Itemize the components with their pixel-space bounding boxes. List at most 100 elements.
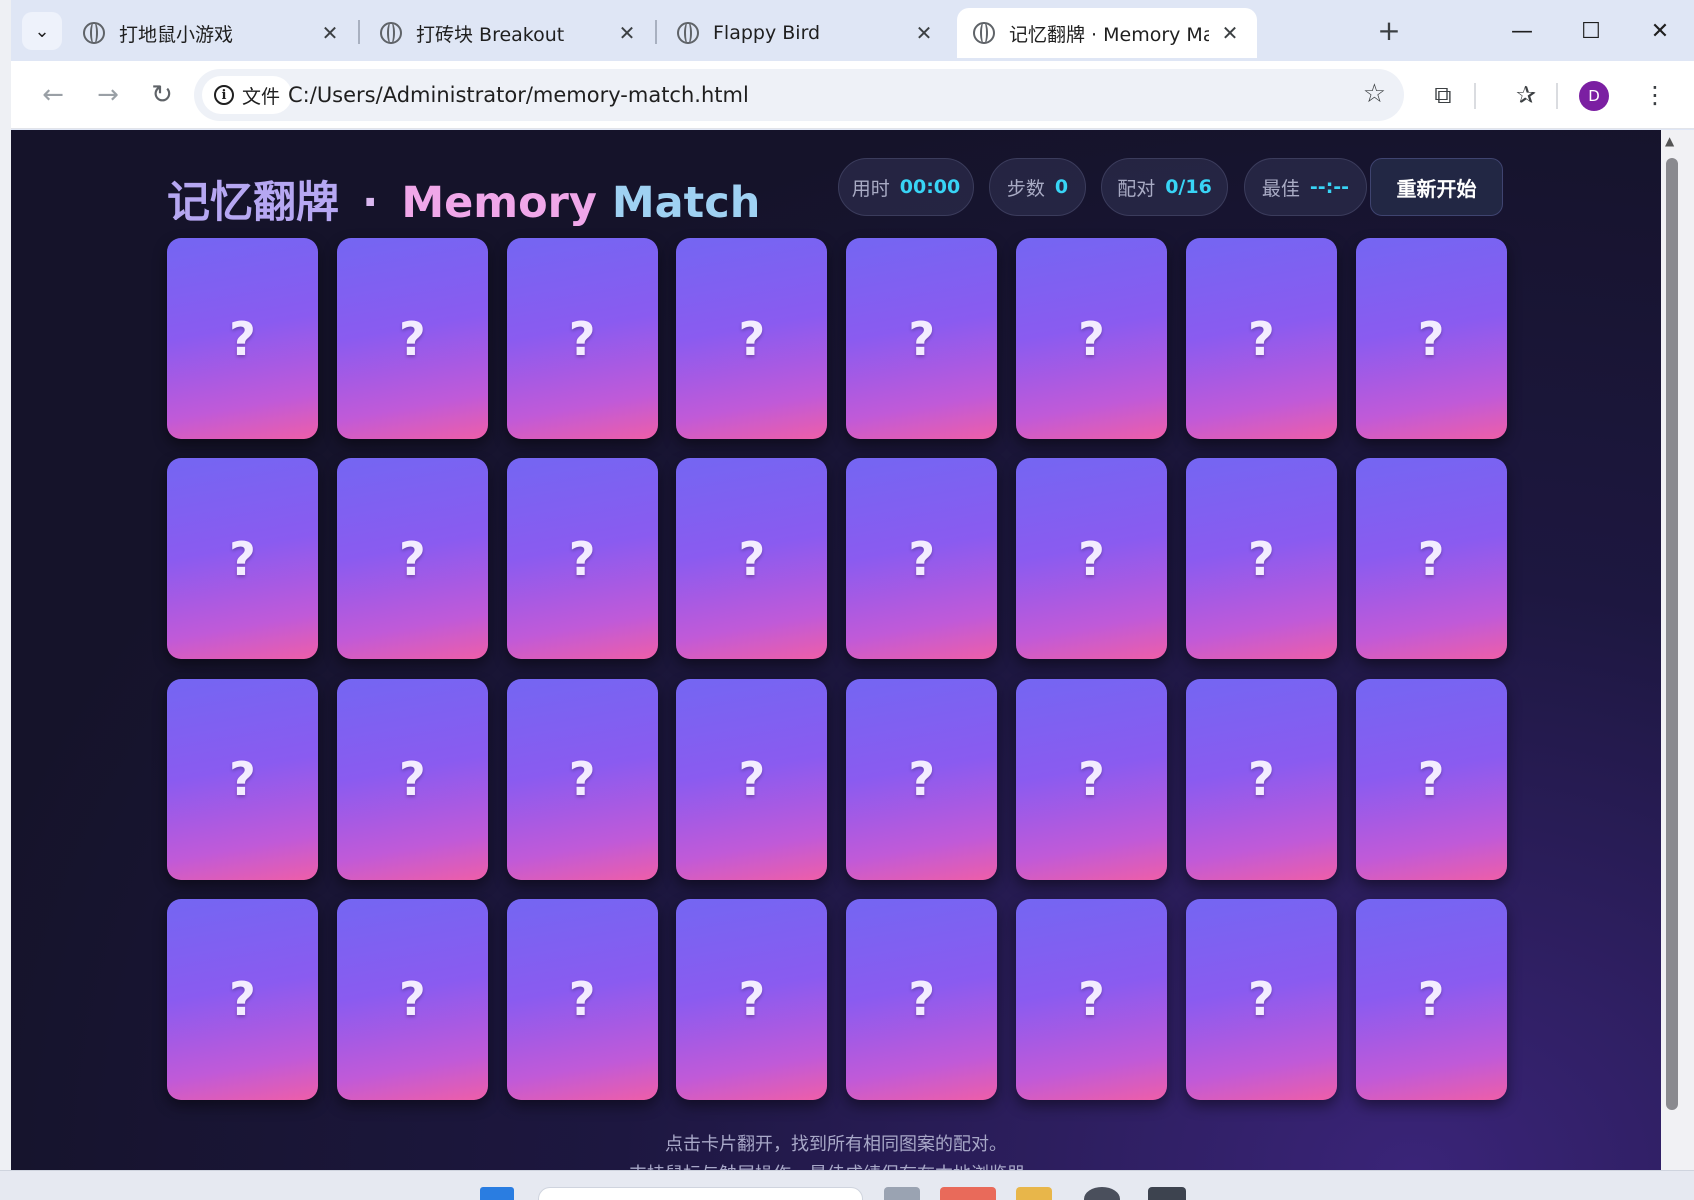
menu-button[interactable]: ⋮ bbox=[1637, 77, 1673, 113]
extensions-button[interactable]: ⧉ bbox=[1425, 77, 1461, 113]
memory-card[interactable]: ? bbox=[506, 898, 658, 1100]
memory-card[interactable]: ? bbox=[676, 898, 828, 1100]
terminal-icon[interactable] bbox=[1148, 1187, 1186, 1200]
card-back-symbol: ? bbox=[229, 752, 256, 807]
stat-label: 配对 bbox=[1117, 177, 1156, 200]
site-info-label: 文件 bbox=[242, 85, 281, 108]
globe-icon bbox=[973, 22, 995, 44]
card-back-symbol: ? bbox=[738, 531, 766, 586]
memory-card[interactable]: ? bbox=[336, 898, 488, 1100]
folder-icon[interactable] bbox=[1016, 1187, 1052, 1200]
forward-button[interactable]: → bbox=[88, 75, 128, 115]
memory-card[interactable]: ? bbox=[167, 898, 318, 1100]
minimize-button[interactable]: — bbox=[1491, 8, 1553, 54]
memory-card[interactable]: ? bbox=[1355, 238, 1507, 439]
chevron-down-icon: ⌄ bbox=[34, 20, 50, 42]
memory-card[interactable]: ? bbox=[336, 678, 488, 880]
bookmark-star-icon[interactable]: ☆ bbox=[1363, 79, 1386, 109]
memory-card[interactable]: ? bbox=[336, 238, 488, 439]
card-back-symbol: ? bbox=[398, 752, 426, 807]
tab-memory-match[interactable]: 记忆翻牌 · Memory Match ✕ bbox=[957, 8, 1257, 58]
memory-card[interactable]: ? bbox=[1185, 898, 1337, 1100]
stat-label: 用时 bbox=[851, 177, 890, 200]
memory-card[interactable]: ? bbox=[1185, 458, 1337, 660]
memory-card[interactable]: ? bbox=[1185, 238, 1337, 439]
memory-card[interactable]: ? bbox=[676, 678, 828, 880]
tab-search-button[interactable]: ⌄ bbox=[22, 12, 62, 50]
task-view-icon[interactable] bbox=[884, 1187, 920, 1200]
card-back-symbol: ? bbox=[398, 531, 426, 586]
memory-card[interactable]: ? bbox=[1355, 458, 1507, 660]
memory-card[interactable]: ? bbox=[846, 458, 998, 660]
card-back-symbol: ? bbox=[908, 752, 936, 807]
close-icon[interactable]: ✕ bbox=[319, 21, 341, 45]
new-tab-button[interactable]: + bbox=[1371, 12, 1407, 48]
memory-card[interactable]: ? bbox=[506, 678, 658, 880]
card-back-symbol: ? bbox=[398, 311, 426, 366]
page-content: 记忆翻牌 · Memory Match 用时 00:00 步数 0 配对 0/1… bbox=[11, 130, 1661, 1170]
maximize-button[interactable]: ☐ bbox=[1560, 8, 1622, 54]
profile-avatar[interactable]: D bbox=[1579, 81, 1609, 111]
tab-whack-a-mole[interactable]: 打地鼠小游戏 ✕ bbox=[67, 8, 357, 58]
stat-pairs: 配对 0/16 bbox=[1101, 158, 1228, 216]
memory-card[interactable]: ? bbox=[506, 458, 658, 660]
scroll-up-arrow-icon[interactable]: ▲ bbox=[1665, 134, 1674, 148]
tab-breakout[interactable]: 打砖块 Breakout ✕ bbox=[364, 8, 654, 58]
memory-card[interactable]: ? bbox=[1015, 238, 1167, 439]
memory-card[interactable]: ? bbox=[506, 238, 658, 439]
browser-taskbar-icon[interactable] bbox=[940, 1187, 996, 1200]
start-icon[interactable] bbox=[480, 1187, 514, 1200]
close-icon[interactable]: ✕ bbox=[913, 21, 935, 45]
memory-card[interactable]: ? bbox=[336, 458, 488, 660]
reload-button[interactable]: ↻ bbox=[142, 75, 182, 115]
stat-value: 0/16 bbox=[1165, 176, 1212, 198]
memory-card[interactable]: ? bbox=[1355, 898, 1507, 1100]
card-back-symbol: ? bbox=[738, 311, 766, 366]
close-icon[interactable]: ✕ bbox=[1219, 21, 1241, 45]
memory-card[interactable]: ? bbox=[1355, 678, 1507, 880]
memory-card[interactable]: ? bbox=[1015, 678, 1167, 880]
memory-card[interactable]: ? bbox=[167, 678, 318, 880]
memory-card[interactable]: ? bbox=[1185, 678, 1337, 880]
plus-icon: + bbox=[1377, 13, 1401, 47]
favorites-star-icon: ✰ bbox=[1515, 81, 1537, 109]
close-icon[interactable]: ✕ bbox=[616, 21, 638, 45]
stat-value: 00:00 bbox=[899, 176, 961, 198]
memory-card[interactable]: ? bbox=[1015, 898, 1167, 1100]
card-back-symbol: ? bbox=[229, 311, 256, 366]
stat-label: 步数 bbox=[1006, 177, 1045, 200]
memory-card[interactable]: ? bbox=[846, 898, 998, 1100]
card-back-symbol: ? bbox=[1247, 311, 1275, 366]
title-chinese: 记忆翻牌 bbox=[167, 178, 339, 228]
card-back-symbol: ? bbox=[568, 311, 596, 366]
tab-title: 打地鼠小游戏 bbox=[119, 23, 234, 46]
page-title: 记忆翻牌 · Memory Match bbox=[167, 168, 760, 230]
scrollbar-thumb[interactable] bbox=[1666, 158, 1678, 1110]
globe-icon bbox=[677, 22, 699, 44]
tab-divider bbox=[358, 20, 360, 44]
restart-button[interactable]: 重新开始 bbox=[1370, 158, 1503, 216]
taskbar-search-box[interactable] bbox=[538, 1187, 863, 1200]
tab-flappy-bird[interactable]: Flappy Bird ✕ bbox=[661, 8, 951, 58]
globe-icon bbox=[83, 22, 105, 44]
stat-label: 最佳 bbox=[1261, 177, 1300, 200]
memory-card[interactable]: ? bbox=[167, 238, 318, 439]
memory-card[interactable]: ? bbox=[167, 458, 318, 660]
memory-card[interactable]: ? bbox=[846, 238, 998, 439]
favorites-button[interactable]: ✰ bbox=[1508, 77, 1544, 113]
memory-card[interactable]: ? bbox=[1015, 458, 1167, 660]
memory-card[interactable]: ? bbox=[846, 678, 998, 880]
address-bar[interactable]: i 文件 C:/Users/Administrator/memory-match… bbox=[194, 69, 1404, 121]
card-back-symbol: ? bbox=[398, 972, 426, 1027]
close-window-button[interactable]: ✕ bbox=[1629, 8, 1691, 54]
memory-card[interactable]: ? bbox=[676, 458, 828, 660]
url-text[interactable]: C:/Users/Administrator/memory-match.html bbox=[288, 69, 749, 121]
card-back-symbol: ? bbox=[1247, 531, 1275, 586]
card-back-symbol: ? bbox=[1247, 752, 1275, 807]
card-back-symbol: ? bbox=[229, 972, 256, 1027]
stat-value: --:-- bbox=[1309, 176, 1350, 198]
memory-card[interactable]: ? bbox=[676, 238, 828, 439]
app-icon[interactable] bbox=[1084, 1187, 1120, 1200]
site-info-chip[interactable]: i 文件 bbox=[202, 76, 293, 114]
back-button[interactable]: ← bbox=[33, 75, 73, 115]
